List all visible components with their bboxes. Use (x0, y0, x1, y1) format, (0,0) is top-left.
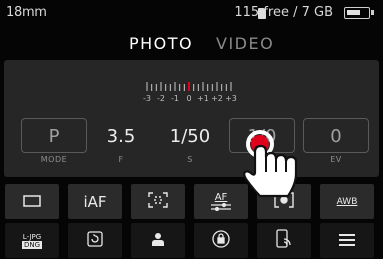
battery-level (347, 10, 360, 15)
tap-hand-icon (243, 130, 298, 198)
file-format-button[interactable]: L-JPG DNG (5, 223, 59, 258)
exposure-scale-label: +2 (211, 94, 223, 103)
file-format-jpg-label: L-JPG (22, 232, 42, 241)
self-timer-icon (87, 230, 103, 251)
white-balance-button[interactable]: AWB (320, 184, 374, 219)
status-bar: 18mm 115 free / 7 GB (0, 0, 383, 26)
drive-mode-button[interactable] (5, 184, 59, 219)
exposure-scale-label: -2 (157, 94, 165, 103)
ev-label: EV (330, 155, 342, 164)
focus-mode-button[interactable]: iAF (68, 184, 122, 219)
shutter-label: S (187, 155, 193, 164)
aperture-label: F (118, 155, 124, 164)
drive-mode-single-icon (23, 192, 41, 211)
ev-value[interactable]: 0 (301, 126, 371, 147)
self-timer-button[interactable] (68, 223, 122, 258)
exposure-scale-label: +3 (225, 94, 237, 103)
exposure-scale-ticks (146, 82, 232, 91)
focal-length: 18mm (6, 5, 47, 20)
shutter-value[interactable]: 1/50 (155, 126, 225, 147)
af-field-icon (148, 191, 168, 212)
user-profile-icon (151, 231, 165, 250)
menu-button[interactable] (320, 223, 374, 258)
af-settings-text: AF (214, 192, 228, 203)
battery-nub (371, 10, 374, 15)
mode-label: MODE (40, 155, 68, 164)
exposure-lock-button[interactable] (194, 223, 248, 258)
autofocus-mode-icon: iAF (83, 192, 107, 211)
phone-connection-icon (275, 228, 293, 253)
exposure-scale: -3 -2 -1 0 +1 +2 +3 (143, 78, 237, 104)
exposure-lock-icon (212, 229, 230, 252)
camera-screen: 18mm 115 free / 7 GB PHOTO VIDEO -3 -2 -1 0… (0, 0, 383, 259)
storage-remaining: 115 free / 7 GB (234, 5, 333, 20)
mode-value[interactable]: P (19, 126, 89, 147)
tab-video[interactable]: VIDEO (216, 34, 274, 53)
file-format-dng-label: DNG (21, 240, 43, 249)
phone-connection-button[interactable] (257, 223, 311, 258)
file-format-icon: L-JPG DNG (21, 232, 43, 249)
white-balance-icon: AWB (336, 196, 358, 207)
touch-gesture-overlay (228, 112, 308, 202)
af-field-button[interactable] (131, 184, 185, 219)
battery-icon (344, 7, 374, 19)
aperture-value[interactable]: 3.5 (86, 126, 156, 147)
exposure-scale-label: 0 (186, 94, 192, 103)
exposure-scale-label: -3 (143, 94, 151, 103)
exposure-scale-label: +1 (197, 94, 209, 103)
tab-photo[interactable]: PHOTO (129, 34, 193, 53)
exposure-scale-label: -1 (171, 94, 179, 103)
user-profile-button[interactable] (131, 223, 185, 258)
mode-tabs: PHOTO VIDEO (0, 34, 383, 56)
menu-icon (339, 231, 355, 250)
